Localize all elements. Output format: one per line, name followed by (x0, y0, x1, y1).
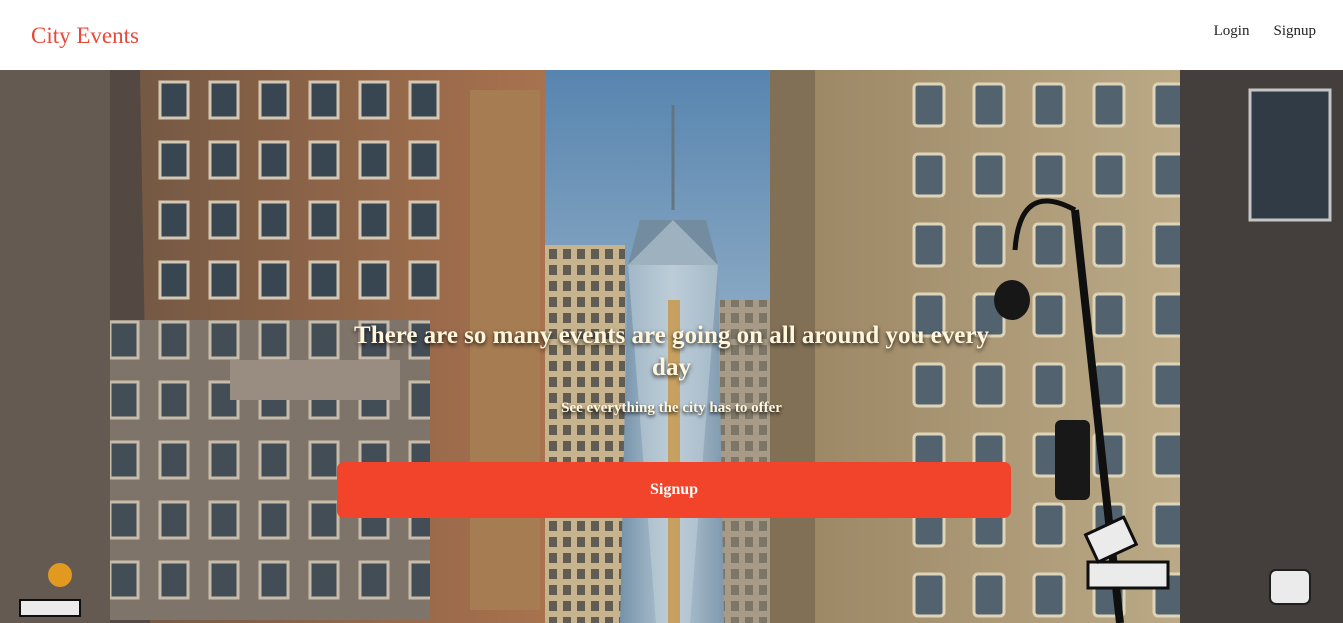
login-link[interactable]: Login (1214, 23, 1250, 40)
top-navbar: City Events Login Signup (0, 0, 1343, 70)
hero-signup-button[interactable]: Signup (337, 462, 1011, 518)
signup-link[interactable]: Signup (1273, 23, 1316, 40)
hero-title: There are so many events are going on al… (354, 322, 989, 381)
hero-section: There are so many events are going on al… (0, 70, 1343, 623)
hero-content: There are so many events are going on al… (0, 320, 1343, 417)
brand-logo-link[interactable]: City Events (31, 24, 139, 47)
nav-links: Login Signup (1214, 23, 1316, 40)
hero-subtitle: See everything the city has to offer (561, 400, 782, 416)
